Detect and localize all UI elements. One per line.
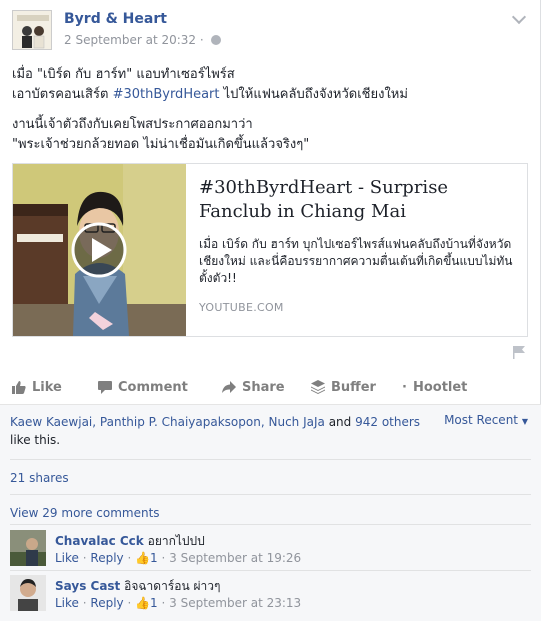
buffer-icon: [311, 380, 325, 394]
post-text-line: เมื่อ "เบิร์ด กับ ฮาร์ท" แอบทำเซอร์ไพร์ส: [12, 67, 235, 82]
buffer-button[interactable]: Buffer: [311, 374, 376, 400]
dot-icon: ·: [402, 379, 407, 395]
commenter-avatar[interactable]: [10, 530, 46, 566]
like-button[interactable]: Like: [12, 374, 62, 400]
comment-like-link[interactable]: Like: [55, 551, 79, 565]
comment-body: Chavalac Cck อยากไปปป: [55, 532, 205, 551]
share-arrow-icon: [222, 381, 236, 393]
like-label: Like: [32, 379, 62, 395]
sort-label: Most Recent: [444, 413, 519, 427]
hootlet-button[interactable]: · Hootlet: [402, 374, 467, 400]
comment-body: Says Cast อิจฉาดาร์อน ผ่าวๆ: [55, 577, 220, 596]
liker-link[interactable]: Kaew Kaewjai: [10, 415, 92, 429]
comment-label: Comment: [118, 379, 188, 395]
divider: [10, 494, 531, 495]
page-name[interactable]: Byrd & Heart: [64, 11, 167, 27]
post-text: เมื่อ "เบิร์ด กับ ฮาร์ท" แอบทำเซอร์ไพร์ส…: [12, 65, 522, 155]
comment-text: อยากไปปป: [147, 534, 205, 548]
share-label: Share: [242, 379, 285, 395]
video-thumbnail[interactable]: [13, 164, 186, 336]
and-text: and: [324, 415, 356, 429]
divider: [10, 459, 531, 460]
liker-link[interactable]: Panthip P. Chaiyapaksopon: [100, 415, 261, 429]
flag-icon[interactable]: [512, 345, 526, 359]
comment-time[interactable]: 3 September at 23:13: [169, 596, 301, 610]
comment-actions: Like · Reply · 👍1 · 3 September at 23:13: [55, 596, 302, 610]
post-timestamp[interactable]: 2 September at 20:32: [64, 33, 196, 47]
link-preview[interactable]: #30thByrdHeart - Surprise Fanclub in Chi…: [12, 163, 528, 337]
comment-like-count[interactable]: 1: [150, 596, 158, 610]
chevron-down-icon[interactable]: [511, 9, 527, 25]
globe-icon: [210, 35, 221, 45]
divider: [10, 570, 531, 571]
comment-item: Chavalac Cck อยากไปปป Like · Reply · 👍1 …: [10, 530, 530, 568]
facebook-post-card: Byrd & Heart 2 September at 20:32 · เมื่…: [0, 0, 541, 621]
hootlet-label: Hootlet: [412, 379, 468, 395]
thumbs-up-icon[interactable]: 👍: [135, 596, 150, 610]
view-more-comments-link[interactable]: View 29 more comments: [10, 506, 160, 520]
comment-item: Says Cast อิจฉาดาร์อน ผ่าวๆ Like · Reply…: [10, 575, 530, 613]
post-text-fragment: เอาบัตรคอนเสิร์ต: [12, 87, 113, 102]
share-button[interactable]: Share: [222, 374, 285, 400]
caret-down-icon: ▼: [521, 417, 528, 426]
post-text-line: เอาบัตรคอนเสิร์ต #30thByrdHeart ไปให้แฟน…: [12, 85, 522, 105]
link-domain: YOUTUBE.COM: [199, 301, 284, 314]
shares-link[interactable]: 21 shares: [10, 471, 69, 485]
post-text-line: งานนี้เจ้าตัวถึงกับเคยโพสประกาศออกมาว่า: [12, 117, 253, 132]
comment-button[interactable]: Comment: [98, 374, 188, 400]
thumbs-up-icon: [12, 381, 26, 394]
post-meta: 2 September at 20:32 ·: [64, 33, 221, 47]
buffer-label: Buffer: [331, 379, 376, 395]
action-bar: Like Comment Share Buffer · Hootlet: [0, 374, 541, 402]
like-this-text: like this.: [10, 433, 61, 447]
comment-like-count[interactable]: 1: [150, 551, 158, 565]
comment-actions: Like · Reply · 👍1 · 3 September at 19:26: [55, 551, 302, 565]
ufi-section: Kaew Kaewjai, Panthip P. Chaiyapaksopon,…: [0, 404, 541, 621]
comment-like-link[interactable]: Like: [55, 596, 79, 610]
post-header: Byrd & Heart 2 September at 20:32 ·: [12, 9, 528, 54]
most-recent-dropdown[interactable]: Most Recent ▼: [444, 413, 528, 427]
link-title[interactable]: #30thByrdHeart - Surprise Fanclub in Chi…: [199, 176, 515, 224]
comment-reply-link[interactable]: Reply: [90, 596, 123, 610]
comment-time[interactable]: 3 September at 19:26: [169, 551, 301, 565]
thumbs-up-icon[interactable]: 👍: [135, 551, 150, 565]
commenter-avatar[interactable]: [10, 575, 46, 611]
link-body: #30thByrdHeart - Surprise Fanclub in Chi…: [199, 176, 515, 287]
meta-separator: ·: [196, 33, 208, 47]
comment-reply-link[interactable]: Reply: [90, 551, 123, 565]
liker-link[interactable]: Nuch JaJa: [268, 415, 324, 429]
comment-text: อิจฉาดาร์อน ผ่าวๆ: [124, 579, 221, 593]
comment-author[interactable]: Says Cast: [55, 579, 120, 593]
others-link[interactable]: 942 others: [355, 415, 420, 429]
page-avatar[interactable]: [12, 10, 52, 50]
post-text-fragment: ไปให้แฟนคลับถึงจังหวัดเชียงใหม่: [219, 87, 408, 102]
post-text-line: "พระเจ้าช่วยกล้วยทอด ไม่น่าเชื่อมันเกิดข…: [12, 137, 310, 152]
comment-author[interactable]: Chavalac Cck: [55, 534, 144, 548]
comment-icon: [98, 381, 112, 394]
hashtag-link[interactable]: #30thByrdHeart: [113, 87, 220, 102]
link-description: เมื่อ เบิร์ด กับ ฮาร์ท บุกไปเซอร์ไพรส์แฟ…: [199, 237, 513, 285]
divider: [10, 524, 531, 525]
